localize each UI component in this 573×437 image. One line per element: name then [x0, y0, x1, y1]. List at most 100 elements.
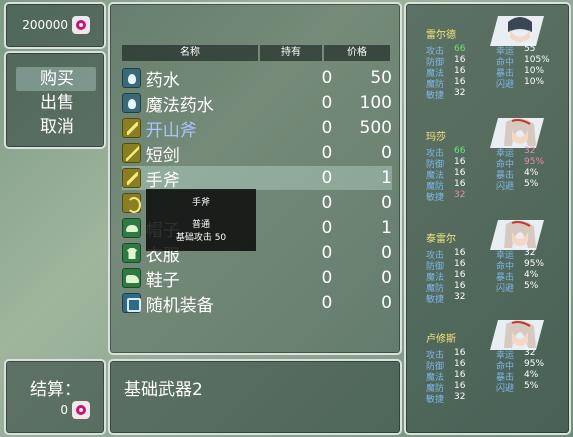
item-owned: 0 — [321, 193, 333, 213]
item-name: 药水 — [145, 70, 180, 91]
party-member-card: 卢修斯 攻击 16 幸运 32 防御 16 命中 95% 魔法 16 暴击 4% 魔防 16 闪避 5% 敏捷 3… — [418, 320, 568, 418]
axe-icon — [122, 118, 141, 138]
coin-icon — [72, 16, 90, 34]
item-owned: 0 — [321, 93, 333, 113]
party-member-card: 雷尔德 攻击 66 幸运 55 防御 16 命中 105% 魔法 16 暴击 10% 魔防 16 闪避 10%… — [418, 16, 568, 114]
member-name: 雷尔德 — [426, 30, 456, 41]
gold-display: 200000 — [22, 16, 90, 34]
shop-item-row[interactable]: 开山斧 0 500 — [122, 116, 392, 141]
description-window: 基础武器2 — [108, 359, 402, 435]
stat-entry: 敏捷 32 — [426, 88, 490, 101]
settle-window: 结算： 0 — [4, 359, 106, 435]
shoe-icon — [122, 268, 141, 288]
item-owned: 0 — [321, 118, 333, 138]
item-name: 随机装备 — [145, 295, 214, 316]
item-description: 基础武器2 — [124, 380, 203, 400]
hat-icon — [122, 218, 141, 238]
item-price: 0 — [381, 143, 392, 163]
shop-item-row[interactable]: 鞋子 0 0 — [122, 266, 392, 291]
item-name: 手斧 — [145, 170, 180, 191]
command-window: 购买 出售 取消 — [4, 51, 106, 149]
stat-entry: 闪避 5% — [496, 381, 560, 394]
shop-item-row[interactable]: 魔法药水 0 100 — [122, 91, 392, 116]
member-name: 泰雷尔 — [426, 234, 456, 245]
girl-portrait — [490, 220, 544, 250]
item-owned: 0 — [321, 68, 333, 88]
party-member-card: 玛莎 攻击 66 幸运 32 防御 16 命中 95% 魔法 16 暴击 4% 魔防 16 闪避 5% 敏捷 32 — [418, 118, 568, 216]
bow-icon — [122, 193, 141, 213]
girl-portrait — [490, 320, 544, 350]
settle-total: 0 — [60, 401, 90, 419]
item-name: 开山斧 — [145, 120, 197, 141]
tooltip-effect: 基础攻击 50 — [175, 233, 227, 243]
stat-label: 敏捷 — [426, 193, 445, 203]
item-name: 短剑 — [145, 145, 180, 166]
header-price: 价格 — [324, 45, 390, 61]
stat-label: 闪避 — [496, 80, 515, 90]
item-owned: 0 — [321, 293, 333, 313]
tooltip-title: 手斧 — [191, 198, 210, 208]
member-name: 玛莎 — [426, 132, 446, 143]
stat-entry: 敏捷 32 — [426, 392, 490, 405]
stat-value: 32 — [454, 292, 466, 302]
settle-amount: 0 — [60, 403, 68, 417]
shop-list-window: 名称 持有 价格 药水 0 50 魔法药水 0 100 开山斧 0 500 短剑… — [108, 2, 402, 355]
coin-icon — [72, 401, 90, 419]
stat-label: 闪避 — [496, 284, 515, 294]
gold-amount: 200000 — [22, 18, 68, 32]
stat-value: 32 — [454, 88, 466, 98]
clothes-icon — [122, 243, 141, 263]
item-name: 鞋子 — [145, 270, 180, 291]
item-price: 500 — [359, 118, 392, 138]
settle-label: 结算： — [30, 380, 81, 400]
stat-entry: 敏捷 32 — [426, 292, 490, 305]
stat-value: 5% — [524, 281, 539, 291]
item-price: 0 — [381, 243, 392, 263]
potion-icon — [122, 93, 141, 113]
gold-window: 200000 — [4, 2, 106, 49]
stat-label: 闪避 — [496, 384, 515, 394]
item-price: 1 — [381, 218, 392, 238]
stat-label: 敏捷 — [426, 91, 445, 101]
girl-portrait — [490, 118, 544, 148]
item-owned: 0 — [321, 243, 333, 263]
party-member-card: 泰雷尔 攻击 16 幸运 32 防御 16 命中 95% 魔法 16 暴击 4% 魔防 16 闪避 5% 敏捷 3… — [418, 220, 568, 318]
stat-label: 敏捷 — [426, 295, 445, 305]
header-owned: 持有 — [260, 45, 322, 61]
buy-command[interactable]: 购买 — [16, 67, 96, 91]
stat-entry: 闪避 10% — [496, 77, 560, 90]
tooltip-quality: 普通 — [191, 220, 210, 230]
stat-entry: 闪避 5% — [496, 179, 560, 192]
stat-entry: 敏捷 32 — [426, 190, 490, 203]
item-owned: 0 — [321, 168, 333, 188]
item-name: 魔法药水 — [145, 95, 214, 116]
shop-item-row-selected[interactable]: 手斧 0 1 — [122, 166, 392, 191]
item-owned: 0 — [321, 268, 333, 288]
member-name: 卢修斯 — [426, 334, 456, 345]
stat-value: 5% — [524, 179, 539, 189]
shop-item-row[interactable]: 随机装备 0 0 — [122, 291, 392, 316]
shop-item-row[interactable]: 短剑 0 0 — [122, 141, 392, 166]
item-owned: 0 — [321, 143, 333, 163]
stat-value: 32 — [454, 190, 466, 200]
stat-label: 闪避 — [496, 182, 515, 192]
random-equipment-icon — [122, 293, 141, 313]
boy-portrait — [490, 16, 544, 46]
axe-icon — [122, 168, 141, 188]
stat-entry: 闪避 5% — [496, 281, 560, 294]
cancel-command[interactable]: 取消 — [16, 115, 96, 139]
potion-icon — [122, 68, 141, 88]
item-price: 1 — [381, 168, 392, 188]
stat-value: 10% — [524, 77, 545, 87]
item-price: 0 — [381, 293, 392, 313]
stat-value: 32 — [454, 392, 466, 402]
item-owned: 0 — [321, 218, 333, 238]
stat-value: 5% — [524, 381, 539, 391]
sell-command[interactable]: 出售 — [16, 91, 96, 115]
item-tooltip: 手斧 普通 基础攻击 50 — [146, 189, 256, 251]
shop-item-row[interactable]: 药水 0 50 — [122, 66, 392, 91]
item-price: 0 — [381, 193, 392, 213]
stat-label: 敏捷 — [426, 395, 445, 405]
item-price: 100 — [359, 93, 392, 113]
item-price: 50 — [370, 68, 392, 88]
